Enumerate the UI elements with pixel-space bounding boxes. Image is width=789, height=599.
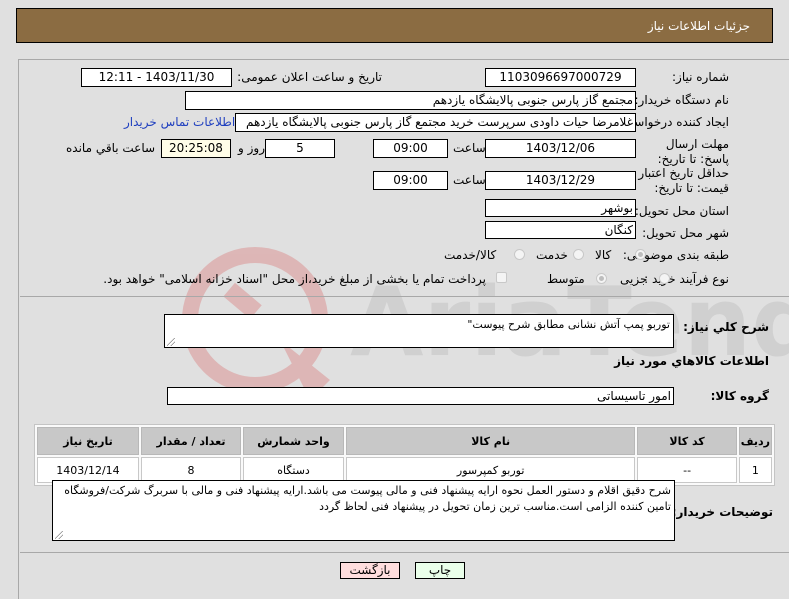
- price-date-field: 1403/12/29: [485, 171, 636, 190]
- buyer-org-field: مجتمع گاز پارس جنوبی پالایشگاه یازدهم: [185, 91, 636, 110]
- buyer-notes-text: شرح دقیق اقلام و دستور العمل نحوه ارایه …: [64, 484, 671, 513]
- print-button[interactable]: چاپ: [415, 562, 465, 579]
- creator-field: غلامرضا حیات داودی سرپرست خرید مجتمع گاز…: [235, 113, 636, 132]
- buyer-org-label: نام دستگاه خریدار:: [634, 93, 730, 107]
- buyer-notes-textarea[interactable]: شرح دقیق اقلام و دستور العمل نحوه ارایه …: [52, 480, 675, 541]
- process-radio-medium[interactable]: [596, 273, 607, 284]
- col-item-name: نام کالا: [345, 427, 636, 455]
- announce-date-label: تاریخ و ساعت اعلان عمومی:: [237, 70, 382, 84]
- need-number-label: شماره نیاز:: [672, 70, 729, 84]
- goods-group-label: گروه کالا:: [710, 389, 769, 403]
- category-radio-goods-service[interactable]: [514, 249, 525, 260]
- cell-row-number: 1: [738, 457, 772, 483]
- announce-date-field: 1403/11/30 - 12:11: [81, 68, 232, 87]
- process-option-medium: متوسط: [547, 272, 585, 286]
- treasury-payment-note: پرداخت تمام یا بخشی از مبلغ خرید،از محل …: [103, 272, 486, 286]
- col-row-number: ردیف: [738, 427, 772, 455]
- category-option-service: خدمت: [536, 248, 568, 262]
- province-field: بوشهر: [485, 199, 636, 217]
- buyer-notes-label: توضیحات خریدار:: [671, 505, 773, 519]
- items-section-title: اطلاعات کالاهاي مورد نياز: [614, 354, 769, 368]
- reply-date-field: 1403/12/06: [485, 139, 636, 158]
- resize-handle-icon[interactable]: [55, 531, 63, 539]
- time-remaining-field: 20:25:08: [161, 139, 231, 158]
- col-need-date: تاریخ نیاز: [37, 427, 139, 455]
- time-remaining-label: ساعت باقي مانده: [66, 141, 156, 155]
- general-desc-text: توربو پمپ آتش نشانی مطابق شرح پیوست": [467, 318, 670, 331]
- back-button[interactable]: بازگشت: [340, 562, 400, 579]
- city-field: کنگان: [485, 221, 636, 239]
- days-remaining-field: 5: [265, 139, 335, 158]
- category-radio-service[interactable]: [573, 249, 584, 260]
- treasury-payment-checkbox[interactable]: [496, 272, 507, 283]
- buyer-contact-link[interactable]: اطلاعات تماس خریدار: [124, 115, 235, 129]
- reply-time-field: 09:00: [373, 139, 448, 158]
- page-header: جزئيات اطلاعات نياز: [16, 8, 773, 43]
- process-radio-minor[interactable]: [659, 273, 670, 284]
- reply-deadline-label: مهلت ارسال پاسخ: تا تاریخ:: [657, 137, 729, 166]
- goods-group-field: امور تاسیساتی: [167, 387, 674, 405]
- reply-time-label: ساعت: [453, 141, 486, 155]
- general-desc-label: شرح کلي نياز:: [683, 320, 769, 334]
- col-item-code: کد کالا: [637, 427, 737, 455]
- category-option-goods-service: کالا/خدمت: [444, 248, 497, 262]
- items-table: ردیف کد کالا نام کالا واحد شمارش تعداد /…: [34, 424, 775, 486]
- price-time-field: 09:00: [373, 171, 448, 190]
- process-type-label: نوع فرآیند خرید :: [644, 272, 729, 286]
- page-title: جزئيات اطلاعات نياز: [647, 19, 750, 33]
- price-time-label: ساعت: [453, 173, 486, 187]
- items-table-header: ردیف کد کالا نام کالا واحد شمارش تعداد /…: [37, 427, 772, 455]
- divider: [20, 552, 789, 553]
- divider: [20, 296, 789, 297]
- resize-handle-icon[interactable]: [167, 338, 175, 346]
- general-desc-textarea[interactable]: توربو پمپ آتش نشانی مطابق شرح پیوست": [164, 314, 674, 348]
- province-label: استان محل تحویل:: [634, 204, 729, 218]
- city-label: شهر محل تحویل:: [642, 226, 729, 240]
- days-label: روز و: [238, 141, 265, 155]
- category-option-goods: کالا: [595, 248, 612, 262]
- col-unit: واحد شمارش: [243, 427, 344, 455]
- process-option-minor: جزیی: [620, 272, 648, 286]
- need-number-field: 1103096697000729: [485, 68, 636, 87]
- category-radio-goods[interactable]: [635, 249, 646, 260]
- col-quantity: تعداد / مقدار: [140, 427, 242, 455]
